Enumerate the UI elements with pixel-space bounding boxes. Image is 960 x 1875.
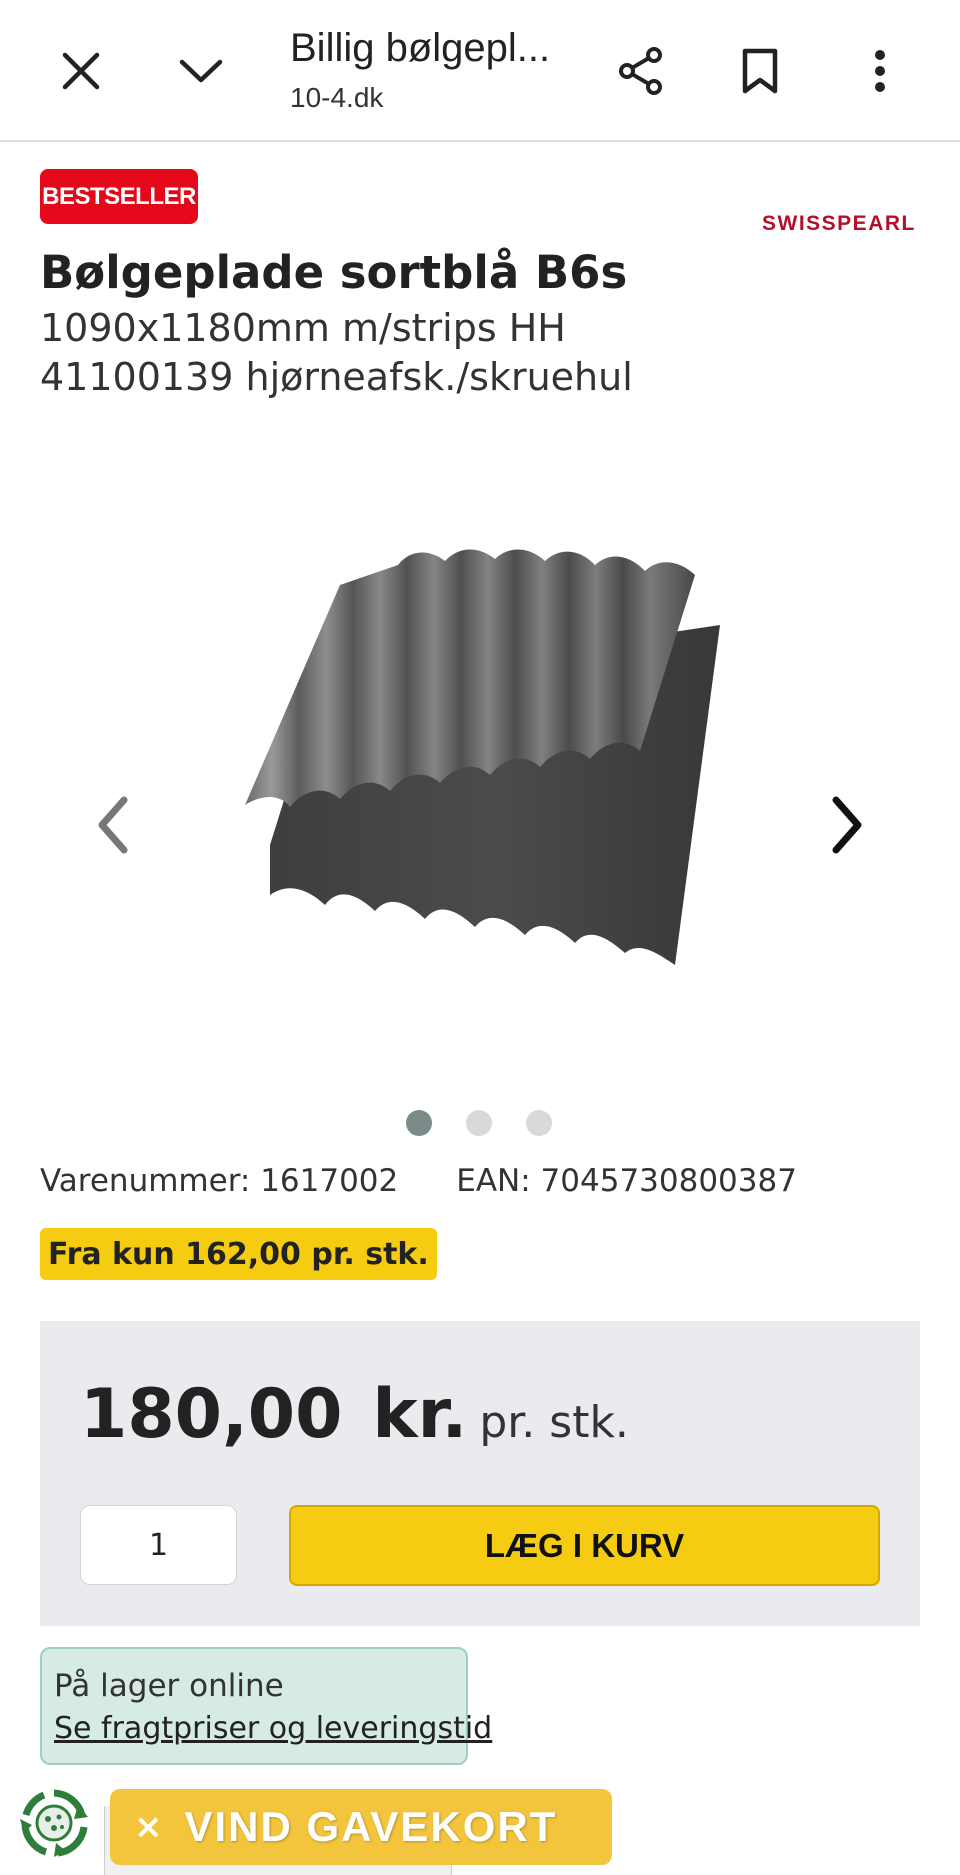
gift-card-promo-button[interactable]: × VIND GAVEKORT <box>110 1789 612 1865</box>
product-subtitle-line: 1090x1180mm m/strips HH <box>40 306 566 350</box>
item-number: Varenummer: 1617002 <box>40 1163 399 1199</box>
ean-number: EAN: 7045730800387 <box>456 1163 797 1199</box>
product-title: Bølgeplade sortblå B6s <box>40 246 628 299</box>
price-unit: pr. stk. <box>479 1397 629 1448</box>
product-subtitle-line: 41100139 hjørneafsk./skruehul <box>40 355 633 399</box>
price: 180,00 kr. pr. stk. <box>80 1375 629 1454</box>
product-image[interactable] <box>230 545 730 975</box>
stock-status-box: På lager online Se fragtpriser og leveri… <box>40 1647 492 1765</box>
bookmark-icon[interactable] <box>725 36 795 106</box>
carousel-prev-icon[interactable] <box>88 790 138 860</box>
product-subtitle: 1090x1180mm m/strips HH 41100139 hjørnea… <box>40 304 633 402</box>
quantity-input[interactable]: 1 <box>80 1505 237 1585</box>
carousel-dot[interactable] <box>526 1110 552 1136</box>
carousel-dots <box>406 1110 552 1136</box>
product-meta: Varenummer: 1617002 EAN: 7045730800387 <box>40 1163 797 1199</box>
chevron-down-icon[interactable] <box>166 36 236 106</box>
promo-close-icon[interactable]: × <box>134 1807 163 1847</box>
price-currency: kr. <box>372 1375 468 1454</box>
carousel-next-icon[interactable] <box>822 790 872 860</box>
page-url[interactable]: 10-4.dk <box>290 82 383 114</box>
shipping-link[interactable]: Se fragtpriser og leveringstid <box>54 1707 492 1751</box>
bestseller-badge: BESTSELLER <box>40 169 198 224</box>
carousel-dot[interactable] <box>466 1110 492 1136</box>
from-price-badge: Fra kun 162,00 pr. stk. <box>40 1228 437 1280</box>
share-icon[interactable] <box>606 36 676 106</box>
carousel-dot[interactable] <box>406 1110 432 1136</box>
close-icon[interactable] <box>46 36 116 106</box>
price-amount: 180,00 <box>80 1375 343 1454</box>
stock-status: På lager online <box>54 1668 284 1704</box>
add-to-cart-button[interactable]: LÆG I KURV <box>289 1505 880 1586</box>
browser-toolbar: Billig bølgepl... 10-4.dk <box>0 0 960 142</box>
brand-logo[interactable]: SWISSPEARL <box>762 212 916 236</box>
more-vert-icon[interactable] <box>845 36 915 106</box>
promo-label: VIND GAVEKORT <box>184 1803 558 1850</box>
recycle-icon[interactable] <box>18 1787 90 1859</box>
price-box: 180,00 kr. pr. stk. 1 LÆG I KURV <box>40 1321 920 1626</box>
page-title[interactable]: Billig bølgepl... <box>290 26 550 71</box>
